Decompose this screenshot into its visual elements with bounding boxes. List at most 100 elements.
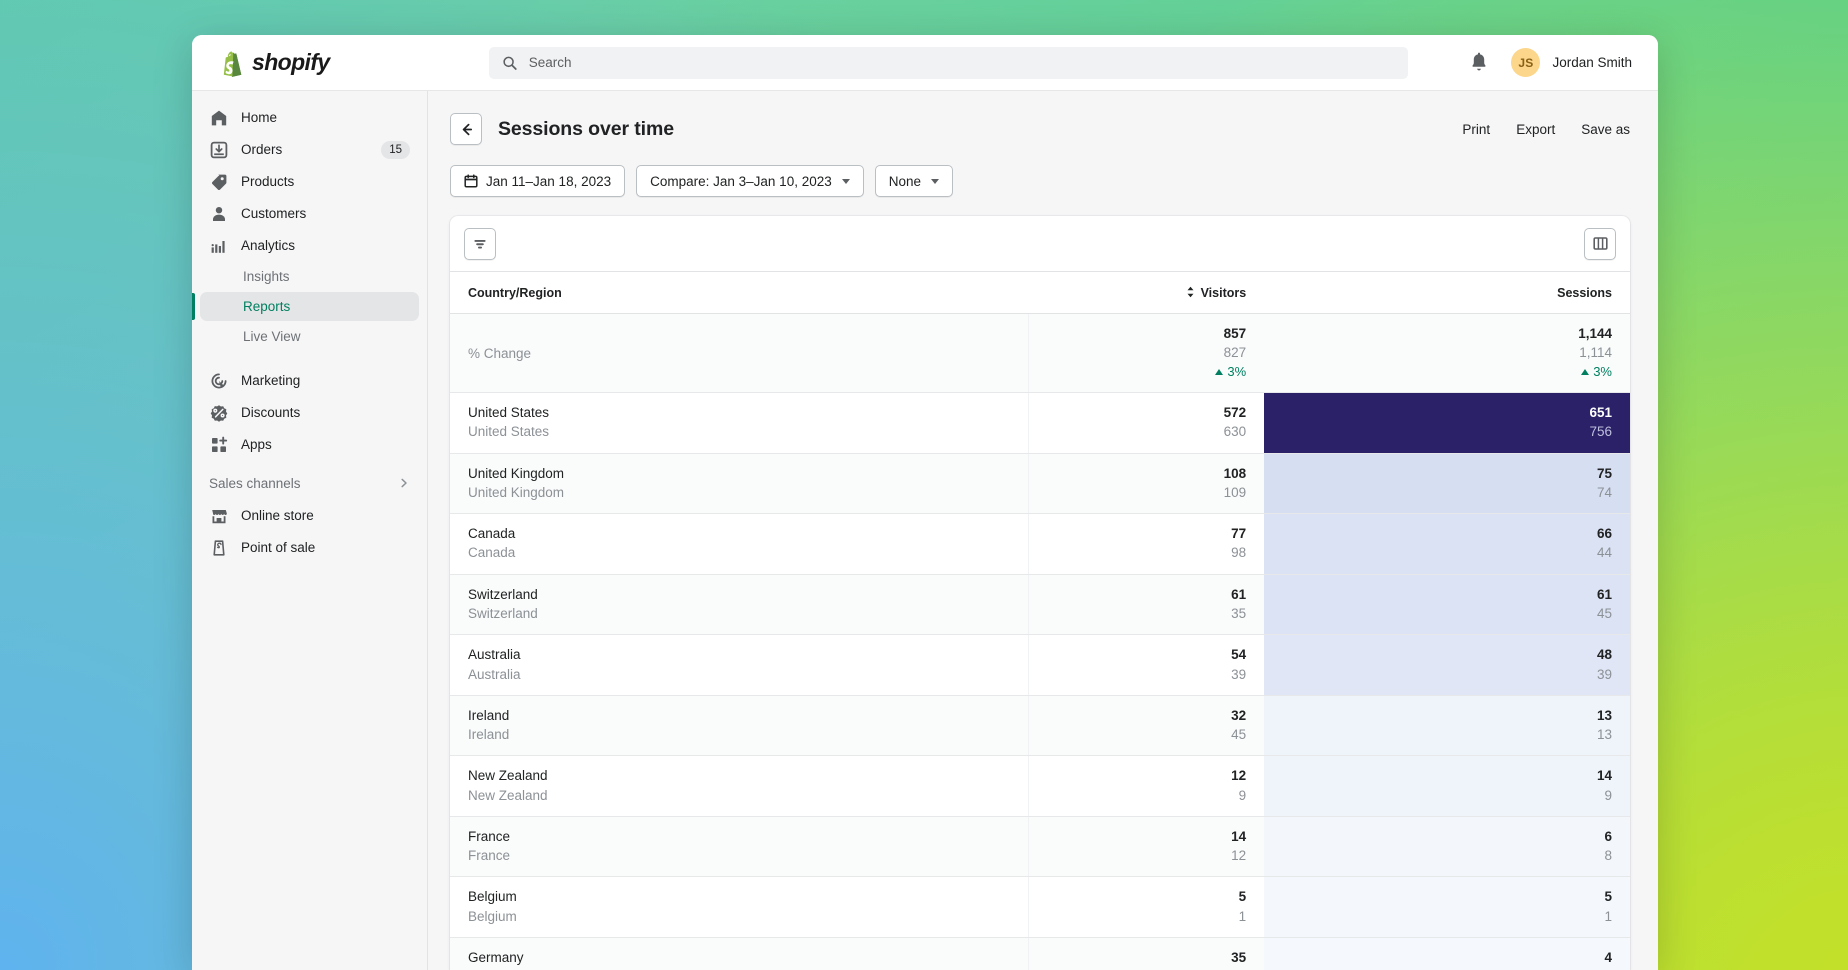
date-range-label: Jan 11–Jan 18, 2023 [486,174,611,189]
sidebar-section-sales-channels[interactable]: Sales channels [200,468,419,499]
page-header: Sessions over time Print Export Save as [428,91,1658,145]
chevron-down-icon [931,179,939,184]
shopify-admin-window: shopify JS Jordan Smith [192,35,1658,970]
summary-visitors-delta: 3% [1029,364,1247,381]
sidebar-item-online-store[interactable]: Online store [200,500,419,531]
sidebar-section-label: Sales channels [209,476,398,491]
columns-icon [1592,235,1609,252]
row-sessions-previous: 74 [1264,484,1612,501]
row-country-compare: United States [468,423,1028,440]
export-button[interactable]: Export [1516,122,1555,137]
compare-filter[interactable]: Compare: Jan 3–Jan 10, 2023 [636,165,864,197]
row-country-cell: BelgiumBelgium [450,877,1028,938]
save-as-button[interactable]: Save as [1581,122,1630,137]
row-sessions-cell: 1313 [1264,695,1630,756]
row-visitors-previous: 1 [1029,908,1247,925]
row-country-name: Canada [468,525,1028,542]
sidebar-subitem-reports[interactable]: Reports [200,292,419,321]
row-sessions-previous: 13 [1264,726,1612,743]
sidebar-item-label: Analytics [241,238,410,253]
row-sessions-previous: 44 [1264,544,1612,561]
summary-sessions-delta: 3% [1264,364,1612,381]
table-row[interactable]: IrelandIreland32451313 [450,695,1630,756]
row-country-cell: FranceFrance [450,816,1028,877]
top-bar: shopify JS Jordan Smith [192,35,1658,91]
sidebar-subitem-insights[interactable]: Insights [200,262,419,291]
shopify-logo[interactable]: shopify [192,49,428,77]
row-country-cell: Canada Canada [450,514,1028,575]
summary-label: % Change [468,345,1028,362]
top-bar-right: JS Jordan Smith [1469,48,1658,77]
table-row[interactable]: FranceFrance141268 [450,816,1630,877]
table-row[interactable]: CanadaCanada77986644 [450,514,1630,575]
row-sessions-current: 48 [1264,646,1612,663]
row-sessions-current: 75 [1264,465,1612,482]
sidebar-item-products[interactable]: Products [200,166,419,197]
row-sessions-cell: 6644 [1264,514,1630,575]
sidebar-item-home[interactable]: Home [200,102,419,133]
home-icon [209,108,229,128]
global-search[interactable] [489,47,1408,79]
row-visitors-current: 108 [1029,465,1247,482]
sidebar-item-apps[interactable]: Apps [200,429,419,460]
table-row[interactable]: New ZealandNew Zealand129149 [450,756,1630,817]
main-content: Sessions over time Print Export Save as … [428,91,1658,970]
sidebar-item-discounts[interactable]: Discounts [200,397,419,428]
user-name: Jordan Smith [1552,55,1632,70]
table-row[interactable]: United StatesUnited States572630651756 [450,393,1630,454]
filter-button[interactable] [464,228,496,260]
sidebar-subitem-label: Reports [243,299,290,314]
table-row[interactable]: AustraliaAustralia54394839 [450,635,1630,696]
orders-icon [209,140,229,160]
row-country-name: Switzerland [468,586,1028,603]
columns-button[interactable] [1584,228,1616,260]
summary-sessions-cell: 1,144 1,114 3% [1264,314,1630,393]
print-button[interactable]: Print [1462,122,1490,137]
row-country-name: Australia [468,646,1028,663]
row-sessions-previous: 39 [1264,666,1612,683]
row-sessions-cell: 42 [1264,937,1630,970]
row-visitors-current: 12 [1029,767,1247,784]
row-sessions-previous: 9 [1264,787,1612,804]
user-menu[interactable]: JS Jordan Smith [1511,48,1632,77]
sidebar-subitem-live-view[interactable]: Live View [200,322,419,351]
grouping-filter[interactable]: None [875,165,953,197]
sidebar-item-customers[interactable]: Customers [200,198,419,229]
sidebar-item-analytics[interactable]: Analytics [200,230,419,261]
summary-visitors-current: 857 [1029,325,1247,342]
row-visitors-previous: 39 [1029,666,1247,683]
row-sessions-current: 61 [1264,586,1612,603]
column-header-visitors[interactable]: Visitors [1028,272,1264,314]
search-area [428,47,1469,79]
row-visitors-current: 32 [1029,707,1247,724]
shopify-bag-icon [217,49,243,77]
row-visitors-current: 14 [1029,828,1247,845]
sidebar-item-marketing[interactable]: Marketing [200,365,419,396]
summary-sessions-current: 1,144 [1264,325,1612,342]
row-sessions-previous: 756 [1264,423,1612,440]
sidebar-item-orders[interactable]: Orders 15 [200,134,419,165]
row-country-name: United States [468,404,1028,421]
sidebar-item-point-of-sale[interactable]: Point of sale [200,532,419,563]
row-country-compare: Canada [468,544,1028,561]
column-header-country[interactable]: Country/Region [450,272,1028,314]
summary-sessions-previous: 1,114 [1264,344,1612,361]
table-row[interactable]: GermanyGermany356542 [450,937,1630,970]
search-input[interactable] [529,55,1395,70]
bell-icon[interactable] [1469,52,1489,74]
row-country-name: Germany [468,949,1028,966]
row-sessions-current: 66 [1264,525,1612,542]
row-country-cell: United KingdomUnited Kingdom [450,453,1028,514]
sort-arrows-icon [1186,286,1195,301]
date-range-filter[interactable]: Jan 11–Jan 18, 2023 [450,165,625,197]
row-country-name: New Zealand [468,767,1028,784]
table-row[interactable]: BelgiumBelgium5151 [450,877,1630,938]
column-header-visitors-label: Visitors [1201,286,1247,300]
column-header-sessions[interactable]: Sessions [1264,272,1630,314]
row-visitors-previous: 109 [1029,484,1247,501]
table-row[interactable]: United KingdomUnited Kingdom108 109 75 74 [450,453,1630,514]
sidebar-item-label: Home [241,110,410,125]
back-button[interactable] [450,113,482,145]
row-country-compare: France [468,847,1028,864]
table-row[interactable]: SwitzerlandSwitzerland61356145 [450,574,1630,635]
